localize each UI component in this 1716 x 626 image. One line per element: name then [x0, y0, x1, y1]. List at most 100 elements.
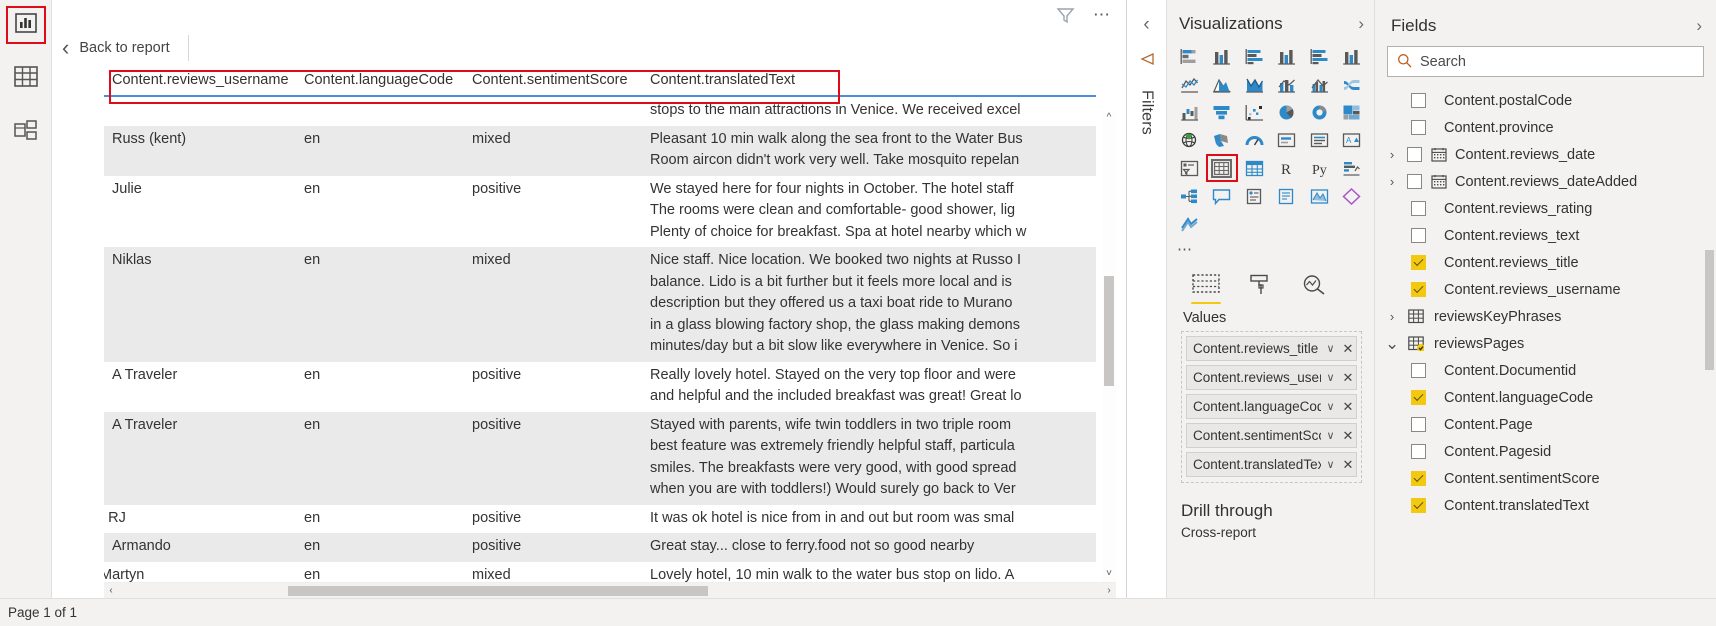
fields-field-row[interactable]: Content.Page	[1375, 411, 1716, 438]
table-row[interactable]: stops to the main attractions in Venice.…	[104, 96, 1116, 126]
chevron-right-icon[interactable]: ›	[1385, 174, 1399, 189]
column-header-sentimentscore[interactable]: Content.sentimentScore	[464, 66, 642, 97]
field-checkbox[interactable]	[1411, 390, 1426, 405]
analytics-tab[interactable]	[1297, 274, 1331, 304]
multi-row-card-icon[interactable]	[1305, 128, 1333, 152]
chevron-right-icon[interactable]: ›	[1385, 147, 1399, 162]
column-header-username[interactable]: Content.reviews_username	[104, 66, 296, 97]
area-chart-icon[interactable]	[1208, 72, 1236, 96]
card-icon[interactable]	[1273, 128, 1301, 152]
fields-field-row[interactable]: Content.reviews_username	[1375, 276, 1716, 303]
kpi-icon[interactable]: A	[1338, 128, 1366, 152]
remove-field-icon[interactable]: ✕	[1340, 370, 1356, 386]
fields-field-row[interactable]: Content.sentimentScore	[1375, 465, 1716, 492]
paginated-report-icon[interactable]	[1273, 184, 1301, 208]
filters-pane-collapsed[interactable]: ‹ Filters	[1127, 0, 1167, 598]
column-header-translatedtext[interactable]: Content.translatedText	[642, 66, 1116, 97]
hscroll-track[interactable]	[118, 583, 1102, 599]
table-row[interactable]: Armando en positive Great stay... close to …	[104, 533, 1116, 562]
remove-field-icon[interactable]: ✕	[1340, 341, 1356, 357]
table-row[interactable]: Russ (kent) en mixed Pleasant 10 min walk a…	[104, 125, 1116, 176]
fields-field-row[interactable]: Content.postalCode	[1375, 87, 1716, 114]
format-tab[interactable]	[1243, 274, 1277, 304]
vscroll-track[interactable]	[1102, 126, 1116, 568]
stacked-column-chart-icon[interactable]	[1208, 44, 1236, 68]
stacked-area-chart-icon[interactable]	[1240, 72, 1268, 96]
value-field-chip[interactable]: Content.reviews_title ∨ ✕	[1186, 336, 1357, 361]
100-stacked-bar-chart-icon[interactable]	[1305, 44, 1333, 68]
scroll-up-arrow[interactable]: ^	[1107, 112, 1112, 126]
chevron-down-icon[interactable]: ∨	[1323, 458, 1338, 471]
field-checkbox[interactable]	[1411, 282, 1426, 297]
remove-field-icon[interactable]: ✕	[1340, 457, 1356, 473]
table-row[interactable]: A Traveler en positive Really lovely hotel.…	[104, 361, 1116, 412]
table-vertical-scrollbar[interactable]: ^ ˅	[1102, 112, 1116, 582]
smart-narrative-icon[interactable]	[1240, 184, 1268, 208]
table-row[interactable]: mRJenpositive It was ok hotel is nice fro…	[104, 504, 1116, 533]
treemap-icon[interactable]	[1338, 100, 1366, 124]
column-header-languagecode[interactable]: Content.languageCode	[296, 66, 464, 97]
qna-icon[interactable]	[1208, 184, 1236, 208]
line-chart-icon[interactable]	[1175, 72, 1203, 96]
chevron-down-icon[interactable]: ∨	[1323, 400, 1338, 413]
map-icon[interactable]	[1175, 128, 1203, 152]
table-row[interactable]: Julie en positive We stayed here for four n…	[104, 175, 1116, 247]
scroll-down-arrow[interactable]: ˅	[1106, 568, 1112, 582]
donut-chart-icon[interactable]	[1305, 100, 1333, 124]
clustered-bar-chart-icon[interactable]	[1240, 44, 1268, 68]
field-checkbox[interactable]	[1411, 120, 1426, 135]
fields-table-node[interactable]: ⌄ reviewsPages	[1375, 330, 1716, 357]
table-row[interactable]: A Traveler en positive Stayed with parents,…	[104, 411, 1116, 505]
field-checkbox[interactable]	[1411, 417, 1426, 432]
filled-map-icon[interactable]	[1208, 128, 1236, 152]
field-checkbox[interactable]	[1411, 444, 1426, 459]
field-checkbox[interactable]	[1411, 498, 1426, 513]
chevron-down-icon[interactable]: ∨	[1323, 342, 1338, 355]
value-field-chip[interactable]: Content.sentimentScore∨✕	[1186, 423, 1357, 448]
fields-field-row[interactable]: Content.reviews_title	[1375, 249, 1716, 276]
gauge-icon[interactable]	[1240, 128, 1268, 152]
funnel-chart-icon[interactable]	[1208, 100, 1236, 124]
fields-table-node[interactable]: › reviewsKeyPhrases	[1375, 303, 1716, 330]
more-options-icon[interactable]: ⋯	[1093, 6, 1112, 23]
chevron-down-icon[interactable]: ⌄	[1385, 335, 1399, 352]
powerautomate-icon[interactable]	[1175, 212, 1203, 236]
fields-search-box[interactable]: Search	[1387, 46, 1704, 77]
field-checkbox[interactable]	[1407, 174, 1422, 189]
value-field-chip[interactable]: Content.translatedText ∨ ✕	[1186, 452, 1357, 477]
chevron-down-icon[interactable]: ∨	[1323, 429, 1338, 442]
rail-item-report-view[interactable]	[5, 6, 46, 44]
fields-field-row[interactable]: Content.Pagesid	[1375, 438, 1716, 465]
line-and-clustered-column-icon[interactable]	[1305, 72, 1333, 96]
table-row[interactable]: Niklas en mixed Nice staff. Nice location. …	[104, 247, 1116, 362]
chevron-right-icon[interactable]: ›	[1358, 14, 1364, 34]
value-field-chip[interactable]: Content.languageCode ∨ ✕	[1186, 394, 1357, 419]
ribbon-chart-icon[interactable]	[1338, 72, 1366, 96]
remove-field-icon[interactable]: ✕	[1340, 428, 1356, 444]
chevron-left-icon[interactable]: ‹	[1143, 14, 1149, 36]
field-checkbox[interactable]	[1411, 228, 1426, 243]
fields-scrollbar-thumb[interactable]	[1705, 250, 1714, 370]
rail-item-model-view[interactable]	[6, 114, 46, 152]
more-visuals-icon[interactable]: ⋯	[1167, 240, 1374, 264]
slicer-icon[interactable]	[1175, 156, 1203, 180]
field-checkbox[interactable]	[1411, 363, 1426, 378]
fields-field-row[interactable]: › Content.reviews_date	[1375, 141, 1716, 168]
scatter-chart-icon[interactable]	[1240, 100, 1268, 124]
matrix-icon[interactable]	[1240, 156, 1268, 180]
fields-well-tab[interactable]	[1189, 274, 1223, 304]
100-stacked-column-chart-icon[interactable]	[1338, 44, 1366, 68]
remove-field-icon[interactable]: ✕	[1340, 399, 1356, 415]
field-checkbox[interactable]	[1411, 471, 1426, 486]
pie-chart-icon[interactable]	[1273, 100, 1301, 124]
back-to-report-label[interactable]: Back to report	[79, 40, 169, 56]
python-visual-icon[interactable]: Py	[1305, 156, 1333, 180]
key-influencers-icon[interactable]	[1338, 156, 1366, 180]
fields-field-row[interactable]: Content.reviews_text	[1375, 222, 1716, 249]
fields-field-row[interactable]: Content.Documentid	[1375, 357, 1716, 384]
waterfall-chart-icon[interactable]	[1175, 100, 1203, 124]
chevron-left-icon[interactable]: ‹	[62, 35, 69, 61]
fields-field-row[interactable]: Content.translatedText	[1375, 492, 1716, 519]
chevron-right-icon[interactable]: ›	[1696, 16, 1702, 36]
power-apps-icon[interactable]	[1338, 184, 1366, 208]
